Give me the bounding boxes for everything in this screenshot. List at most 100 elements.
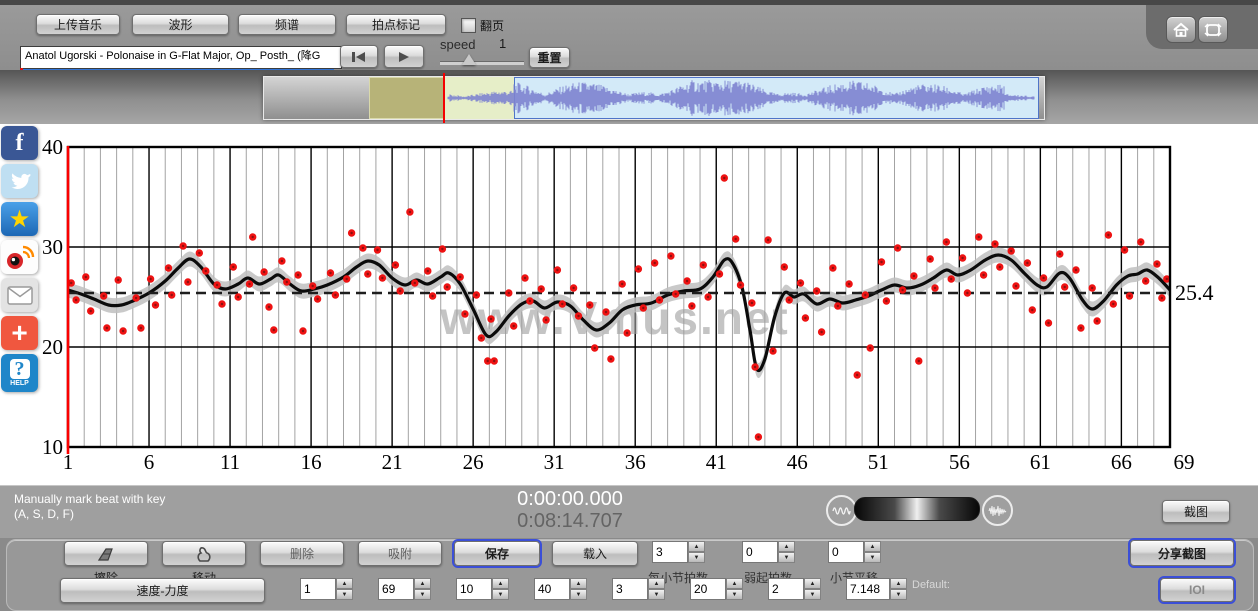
share-plus-icon: +	[11, 317, 27, 349]
param-4-down[interactable]: ▼	[648, 589, 665, 600]
pickup-beats-value[interactable]	[742, 541, 778, 563]
hand-move-icon	[194, 545, 214, 563]
delete-button[interactable]: 删除	[260, 541, 344, 566]
param-1-value[interactable]	[378, 578, 414, 600]
share-screenshot-button[interactable]: 分享截图	[1130, 540, 1234, 566]
param-2-value[interactable]	[456, 578, 492, 600]
param-4-value[interactable]	[612, 578, 648, 600]
param-2-down[interactable]: ▼	[492, 589, 509, 600]
mean-tempo-label: 25.4	[1175, 280, 1214, 305]
svg-text:6: 6	[144, 450, 155, 474]
param-5-down[interactable]: ▼	[726, 589, 743, 600]
svg-text:51: 51	[868, 450, 889, 474]
waveform-overview[interactable]	[263, 76, 1045, 120]
tempo-dynamics-button[interactable]: 速度-力度	[60, 578, 265, 603]
beats-per-bar-spinner: ▲▼	[652, 541, 705, 563]
param-4-spinner: ▲▼	[612, 578, 665, 600]
param-3-up[interactable]: ▲	[570, 578, 587, 589]
spectrum-button[interactable]: 频谱	[238, 14, 336, 35]
param-2-spinner: ▲▼	[456, 578, 509, 600]
param-2-up[interactable]: ▲	[492, 578, 509, 589]
param-6-value[interactable]	[768, 578, 804, 600]
move-tool-button[interactable]	[162, 541, 246, 566]
weibo-icon	[5, 243, 35, 271]
song-title-field[interactable]: Anatol Ugorski - Polonaise in G-Flat Maj…	[20, 46, 342, 69]
mail-share-button[interactable]	[1, 278, 38, 312]
param-4-up[interactable]: ▲	[648, 578, 665, 589]
tempo-chart[interactable]: www.Vmus.net25.4161116212631364146515661…	[0, 124, 1258, 485]
svg-text:61: 61	[1030, 450, 1051, 474]
param-0-value[interactable]	[300, 578, 336, 600]
home-icon	[1172, 22, 1190, 38]
param-3-down[interactable]: ▼	[570, 589, 587, 600]
bar-shift-down[interactable]: ▼	[864, 552, 881, 563]
bar-shift-value[interactable]	[828, 541, 864, 563]
hint-line2: (A, S, D, F)	[14, 507, 165, 522]
svg-text:10: 10	[42, 435, 63, 459]
param-7-up[interactable]: ▲	[890, 578, 907, 589]
more-share-button[interactable]: +	[1, 316, 38, 350]
param-6-up[interactable]: ▲	[804, 578, 821, 589]
bottom-panel: 擦除 移动 删除 吸附 保存 载入 ▲▼每小节拍数▲▼弱起拍数▲▼小节平移 分享…	[0, 537, 1258, 598]
wave-zoom-in-button[interactable]	[982, 495, 1013, 526]
param-0-up[interactable]: ▲	[336, 578, 353, 589]
svg-text:16: 16	[301, 450, 322, 474]
ioi-button[interactable]: IOI	[1160, 578, 1234, 602]
beats-per-bar-up[interactable]: ▲	[688, 541, 705, 552]
param-1-down[interactable]: ▼	[414, 589, 431, 600]
weibo-share-button[interactable]	[1, 240, 38, 274]
snap-button[interactable]: 吸附	[358, 541, 442, 566]
bar-shift-spinner: ▲▼	[828, 541, 881, 563]
param-5-up[interactable]: ▲	[726, 578, 743, 589]
erase-tool-button[interactable]	[64, 541, 148, 566]
waveform-button[interactable]: 波形	[132, 14, 229, 35]
help-label: HELP	[10, 379, 29, 389]
speed-label: speed	[440, 37, 475, 52]
param-5-spinner: ▲▼	[690, 578, 743, 600]
param-7-value[interactable]	[846, 578, 890, 600]
play-icon	[397, 51, 411, 63]
svg-text:41: 41	[706, 450, 727, 474]
beat-mark-button[interactable]: 拍点标记	[346, 14, 446, 35]
facebook-share-button[interactable]: f	[1, 126, 38, 160]
tempo-chart-region[interactable]: www.Vmus.net25.4161116212631364146515661…	[0, 124, 1258, 485]
screenshot-button[interactable]: 截图	[1162, 500, 1230, 523]
param-3-spinner: ▲▼	[534, 578, 587, 600]
help-button[interactable]: ? HELP	[1, 354, 38, 392]
waveform-zoom-out-icon	[832, 504, 851, 518]
param-3-value[interactable]	[534, 578, 570, 600]
home-button[interactable]	[1166, 16, 1196, 43]
twitter-icon	[8, 171, 32, 191]
wave-zoom-slider[interactable]	[854, 497, 980, 521]
skip-start-icon	[351, 51, 367, 63]
waveform-playhead[interactable]	[443, 73, 445, 123]
reset-button[interactable]: 重置	[529, 47, 570, 68]
speed-slider[interactable]	[440, 61, 524, 65]
param-5-value[interactable]	[690, 578, 726, 600]
upload-music-button[interactable]: 上传音乐	[36, 14, 120, 35]
param-0-down[interactable]: ▼	[336, 589, 353, 600]
qzone-share-button[interactable]: ★	[1, 202, 38, 236]
wave-zoom-out-button[interactable]	[826, 495, 857, 526]
bar-shift-up[interactable]: ▲	[864, 541, 881, 552]
param-1-spinner: ▲▼	[378, 578, 431, 600]
load-button[interactable]: 载入	[552, 541, 638, 566]
play-button[interactable]	[384, 45, 424, 68]
hint-text: Manually mark beat with key (A, S, D, F)	[14, 492, 165, 522]
qzone-star-icon: ★	[9, 205, 31, 234]
param-6-down[interactable]: ▼	[804, 589, 821, 600]
skip-start-button[interactable]	[340, 45, 378, 68]
param-1-up[interactable]: ▲	[414, 578, 431, 589]
page-turn-checkbox[interactable]	[461, 18, 476, 33]
speed-slider-thumb[interactable]	[462, 54, 476, 65]
pickup-beats-up[interactable]: ▲	[778, 541, 795, 552]
twitter-share-button[interactable]	[1, 164, 38, 198]
svg-text:30: 30	[42, 235, 63, 259]
beats-per-bar-value[interactable]	[652, 541, 688, 563]
facebook-icon: f	[16, 130, 24, 157]
param-7-down[interactable]: ▼	[890, 589, 907, 600]
save-button[interactable]: 保存	[454, 541, 540, 566]
beats-per-bar-down[interactable]: ▼	[688, 552, 705, 563]
fullscreen-button[interactable]	[1198, 16, 1228, 43]
pickup-beats-down[interactable]: ▼	[778, 552, 795, 563]
